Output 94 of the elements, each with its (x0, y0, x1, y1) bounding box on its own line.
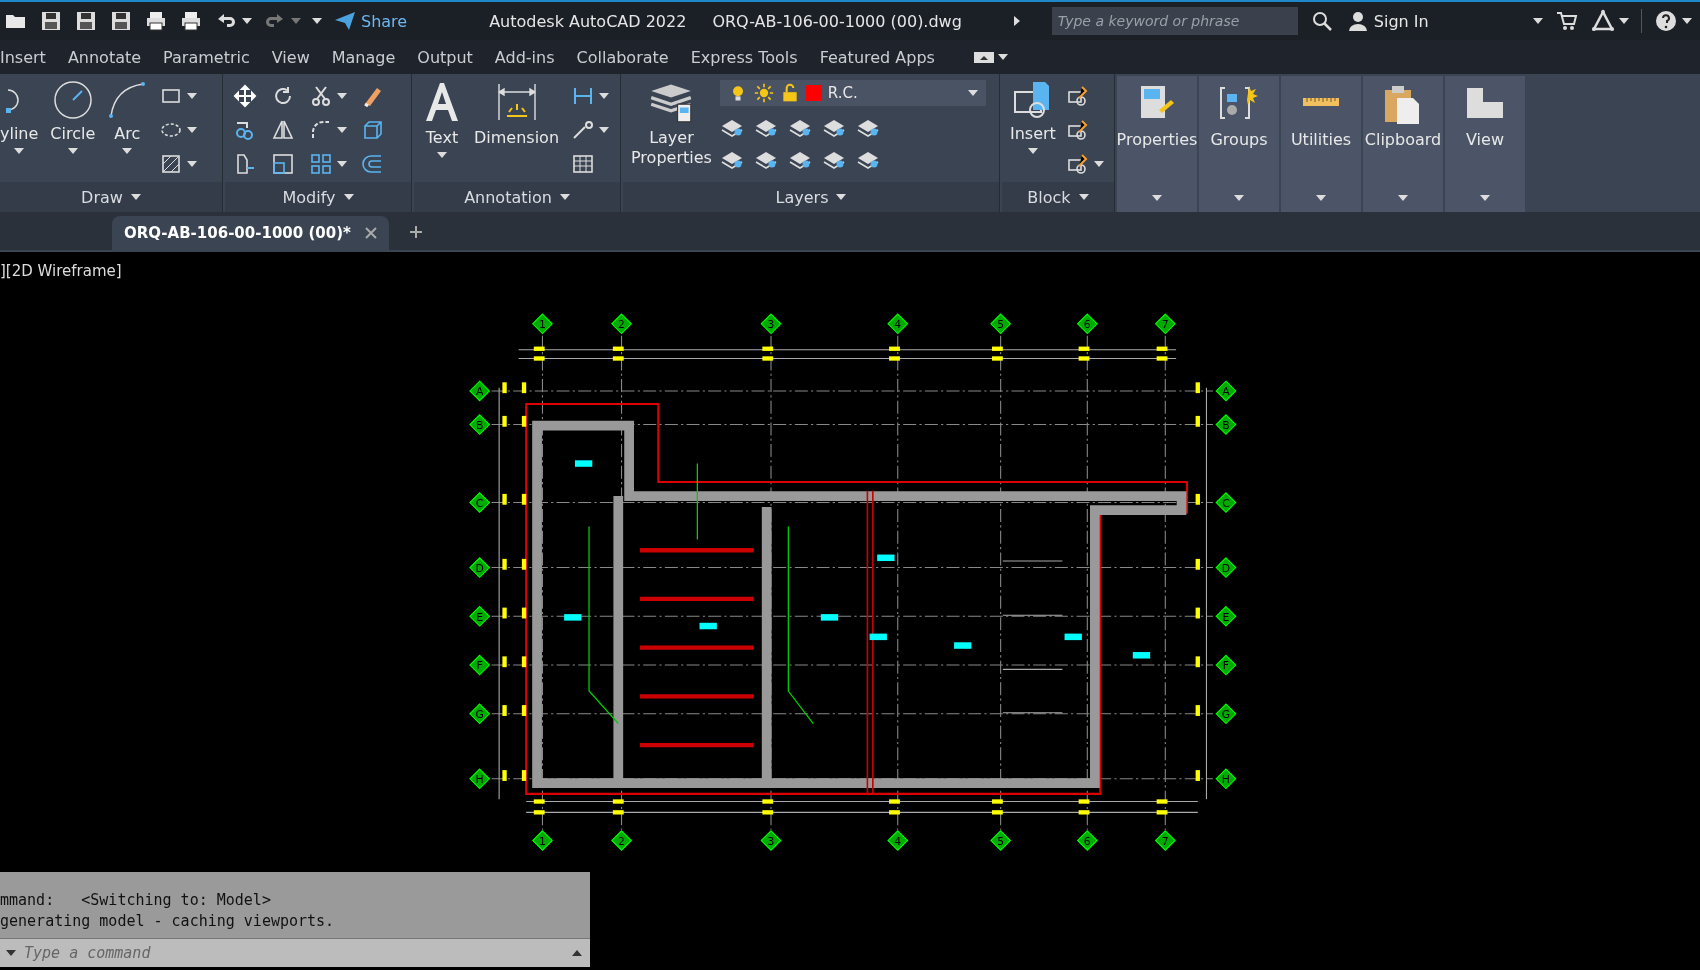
caret-icon[interactable] (1152, 195, 1162, 201)
caret-icon[interactable] (1681, 18, 1692, 24)
circle-tool[interactable]: Circle (50, 80, 96, 154)
command-history-line: mmand: <Switching to: Model> (0, 890, 272, 911)
caret-icon[interactable] (1093, 161, 1104, 167)
caret-icon[interactable] (1027, 148, 1038, 154)
caret-icon[interactable] (437, 152, 447, 158)
caret-icon[interactable] (1013, 16, 1020, 26)
layer-properties-tool[interactable]: Layer Properties (631, 80, 712, 168)
cart-icon[interactable] (1554, 9, 1579, 33)
search-field[interactable]: Type a keyword or phrase (1051, 7, 1298, 35)
caret-icon[interactable] (337, 161, 347, 167)
block-attribute-icon[interactable] (1065, 152, 1090, 176)
block-create-icon[interactable] (1065, 84, 1090, 108)
panel-title[interactable]: Layers (623, 182, 999, 212)
caret-icon[interactable] (337, 93, 347, 99)
caret-icon[interactable] (1398, 195, 1408, 201)
caret-icon[interactable] (343, 194, 354, 200)
ribbon-tab[interactable]: Express Tools (679, 43, 809, 71)
caret-icon[interactable] (122, 148, 133, 154)
viewport-label[interactable]: ][2D Wireframe] (0, 262, 122, 280)
help-icon[interactable] (1653, 9, 1678, 33)
polyline-tool[interactable]: yline (0, 80, 39, 154)
caret-icon[interactable] (1618, 18, 1629, 24)
command-history-line: generating model - caching viewports. (0, 911, 336, 932)
caret-icon[interactable] (14, 148, 25, 154)
caret-icon[interactable] (997, 54, 1008, 60)
share-button[interactable]: Share (361, 11, 408, 31)
move-icon[interactable] (233, 84, 257, 108)
layer-dropdown[interactable]: R.C. (719, 80, 986, 106)
panel-toggle-icon[interactable] (973, 51, 994, 63)
print-icon[interactable] (179, 9, 203, 33)
ribbon-panel-button[interactable]: View (1445, 76, 1525, 212)
caret-icon[interactable] (1316, 195, 1326, 201)
ribbon-tab[interactable]: Output (406, 43, 484, 71)
panel-title[interactable]: Modify (225, 182, 411, 212)
caret-icon[interactable] (967, 90, 978, 96)
caret-icon[interactable] (836, 194, 847, 200)
arc-icon[interactable] (107, 80, 148, 120)
caret-icon[interactable] (1532, 18, 1543, 24)
ribbon-panel-button[interactable]: Properties (1117, 76, 1197, 212)
ribbon-panel-button[interactable]: Groups (1199, 76, 1279, 212)
scale-icon[interactable] (271, 152, 295, 176)
panel-title[interactable]: Draw (0, 182, 222, 212)
caret-icon[interactable] (187, 161, 198, 167)
caret-icon[interactable] (337, 127, 347, 133)
ribbon-tab[interactable]: Collaborate (565, 43, 680, 71)
command-input[interactable]: Type a command (0, 939, 590, 967)
caret-icon[interactable] (312, 18, 322, 24)
panel-title[interactable]: Annotation (414, 182, 620, 212)
floor-plan-drawing: 1 2 3 4 5 6 7 1 2 3 4 5 6 7 A B C D E F G H A B C D E F G H (469, 313, 1237, 852)
caret-icon[interactable] (559, 194, 570, 200)
triangle-nodes-icon[interactable] (1590, 9, 1615, 33)
trim-icon[interactable] (309, 84, 333, 108)
caret-icon[interactable] (187, 127, 198, 133)
ribbon-panel-button[interactable]: Clipboard (1363, 76, 1443, 212)
table-icon[interactable] (571, 152, 596, 176)
caret-icon[interactable] (1234, 195, 1244, 201)
save-icon[interactable] (39, 9, 63, 33)
caret-icon[interactable] (6, 950, 16, 956)
caret-icon[interactable] (130, 194, 141, 200)
ribbon-tab[interactable]: Annotate (56, 43, 153, 71)
caret-icon[interactable] (67, 148, 78, 154)
insert-tool[interactable]: Insert (1010, 80, 1056, 154)
dimension-tool[interactable]: Dimension (474, 80, 560, 148)
ribbon-tab[interactable]: Add-ins (483, 43, 566, 71)
app-title: Autodesk AutoCAD 2022 (489, 11, 687, 31)
ribbon-tab[interactable]: View (260, 43, 321, 71)
ribbon-tab[interactable]: Parametric (152, 43, 261, 71)
ribbon-tab[interactable]: Featured Apps (808, 43, 946, 71)
ribbon-tab[interactable]: Manage (320, 43, 407, 71)
file-name: ORQ-AB-106-00-1000 (00).dwg (712, 11, 962, 31)
caret-icon[interactable] (572, 950, 582, 956)
ribbon-panel-button[interactable]: Utilities (1281, 76, 1361, 212)
block-edit-icon[interactable] (1065, 118, 1090, 142)
caret-icon[interactable] (599, 93, 610, 99)
arc-tool[interactable]: Arc (107, 80, 148, 154)
caret-icon[interactable] (1480, 195, 1490, 201)
ribbon-tab[interactable]: Insert (0, 43, 57, 71)
save-as-icon[interactable] (74, 9, 98, 33)
text-tool[interactable]: Text (422, 80, 462, 158)
caret-icon[interactable] (187, 93, 198, 99)
sign-in-button[interactable]: Sign In (1373, 11, 1529, 31)
caret-icon[interactable] (599, 127, 610, 133)
plus-icon[interactable] (408, 225, 423, 239)
circle-icon[interactable] (52, 80, 93, 120)
panel-title[interactable]: Block (1002, 182, 1114, 212)
document-tab[interactable]: ORQ-AB-106-00-1000 (00)* (112, 216, 389, 250)
mirror-icon[interactable] (271, 118, 295, 142)
close-icon[interactable] (364, 227, 377, 239)
caret-icon[interactable] (1078, 194, 1089, 200)
caret-icon[interactable] (242, 18, 252, 24)
array-icon[interactable] (309, 152, 333, 176)
sun-icon[interactable] (753, 83, 774, 103)
